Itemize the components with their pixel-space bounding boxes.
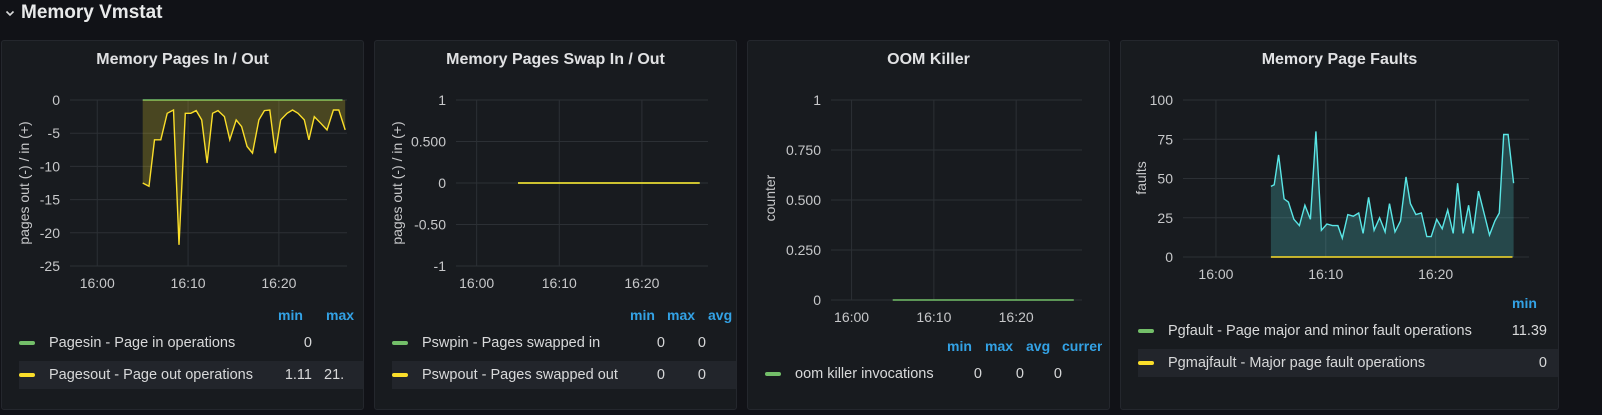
x-tick-label: 16:10 [916,309,951,325]
legend-swatch [392,373,408,377]
legend-swatch [19,373,35,377]
y-tick-label: 0.500 [786,192,821,208]
legend-value-min: 0 [303,335,312,351]
y-tick-label: 0 [1165,249,1173,265]
x-tick-label: 16:00 [834,309,869,325]
legend-header-max[interactable]: max [667,307,695,323]
legend-value-max: 21. [324,367,345,383]
legend-value-max: 0 [697,335,706,351]
legend-swatch [1138,361,1154,365]
legend-item-pgmajfault[interactable]: Pgmajfault - Major page fault operations [1138,349,1558,377]
y-tick-label: -15 [40,192,60,208]
y-axis-label: faults [1133,161,1149,194]
legend-value-min: 0 [656,335,665,351]
y-tick-label: 50 [1157,171,1173,187]
y-axis-label: counter [762,174,778,221]
row-title: Memory Vmstat [21,2,163,23]
y-tick-label: -20 [40,225,60,241]
legend-value-min: 0 [656,367,665,383]
y-axis-label: pages out (-) / in (+) [16,121,32,244]
legend-value-min: 1.11 [284,367,312,383]
y-tick-label: 0.250 [786,242,821,258]
legend-header-avg[interactable]: avg [708,307,732,323]
legend-label: Pgmajfault - Major page fault operations [1168,355,1426,371]
y-tick-label: 100 [1150,92,1174,108]
chart-memory-page-faults: 100 75 50 25 0 16:00 16:10 16:20 faults [1133,92,1529,282]
x-tick-label: 16:00 [1198,266,1233,282]
x-tick-label: 16:20 [999,309,1034,325]
panel-memory-page-faults[interactable]: Memory Page Faults 100 75 50 25 0 16:00 16:10 1… [1120,40,1559,410]
legend-item-pagesin[interactable]: Pagesin - Page in operations [19,329,363,357]
legend-header-min[interactable]: min [947,338,972,354]
legend-swatch [392,341,408,345]
legend-label: Pagesin - Page in operations [49,335,236,351]
legend-value-max: 0 [697,367,706,383]
series-area [1270,131,1514,257]
y-tick-label: 75 [1157,131,1173,147]
x-tick-label: 16:00 [459,275,494,291]
legend-label: Pgfault - Page major and minor fault ope… [1168,323,1472,339]
legend-swatch [19,341,35,345]
legend-header-min[interactable]: min [1512,295,1537,311]
legend-swatch [1138,329,1154,333]
legend-label: Pswpin - Pages swapped in [422,335,601,351]
legend-value-min: 0 [973,366,982,382]
panel-memory-pages-swap[interactable]: Memory Pages Swap In / Out 1 0.500 0 -0.50-… [374,40,737,410]
legend-value-min: 11.39 [1511,323,1547,339]
legend-label: oom killer invocations [795,366,934,382]
chevron-down-icon[interactable] [4,7,16,19]
x-tick-label: 16:00 [80,275,115,291]
legend-header-min[interactable]: min [278,307,303,323]
y-tick-label: 0 [52,92,60,108]
chart-memory-pages-in-out: 0 -5 -10 -15 -20 -25 16:00 16:10 16:20 pages out … [16,92,347,291]
legend-value-min: 0 [1538,355,1547,371]
x-tick-label: 16:20 [624,275,659,291]
x-tick-label: 16:20 [1418,266,1453,282]
y-axis-label: pages out (-) / in (+) [389,121,405,244]
legend-label: Pswpout - Pages swapped out [422,367,618,383]
y-tick-label: -1 [434,258,447,274]
y-tick-label: 25 [1157,210,1173,226]
x-tick-label: 16:10 [1308,266,1343,282]
chart-oom-killer: 1 0.750 0.500 0.250 0 16:00 16:10 16:20 counter [762,92,1082,325]
x-tick-label: 16:10 [542,275,577,291]
row-header[interactable]: Memory Vmstat [4,0,163,26]
y-tick-label: -25 [40,258,60,274]
legend-header-current[interactable]: curren [1062,338,1102,354]
x-tick-label: 16:10 [171,275,206,291]
y-tick-label: 0.500 [411,134,446,150]
chart-memory-pages-swap: 1 0.500 0 -0.50 -1 16:00 16:10 16:20 pages out (… [389,92,708,291]
y-tick-label: 1 [438,92,446,108]
legend-header-avg[interactable]: avg [1026,338,1050,354]
legend-value-max: 0 [1015,366,1024,382]
x-tick-label: 16:20 [261,275,296,291]
legend-value-avg: 0 [1053,366,1062,382]
series-area [142,100,346,245]
legend-header-max[interactable]: max [985,338,1013,354]
panel-memory-pages-in-out[interactable]: Memory Pages In / Out 0 -5 -10 -15 -20 -25 16:… [1,40,364,410]
y-tick-label: 1 [813,92,821,108]
legend-swatch [765,372,781,376]
legend-header-max[interactable]: max [326,307,354,323]
y-tick-label: 0.750 [786,142,821,158]
y-tick-label: -0.50 [414,217,446,233]
legend-item-pgfault[interactable]: Pgfault - Page major and minor fault ope… [1138,317,1558,345]
legend-header-min[interactable]: min [630,307,655,323]
legend-item-pagesout[interactable]: Pagesout - Page out operations [19,361,363,389]
y-tick-label: -10 [40,158,60,174]
y-tick-label: 0 [813,292,821,308]
panel-oom-killer[interactable]: OOM Killer 1 0.750 0.500 0.250 0 16:00 16:10 16… [747,40,1110,410]
y-tick-label: 0 [438,175,446,191]
legend-label: Pagesout - Page out operations [49,367,253,383]
y-tick-label: -5 [48,125,61,141]
